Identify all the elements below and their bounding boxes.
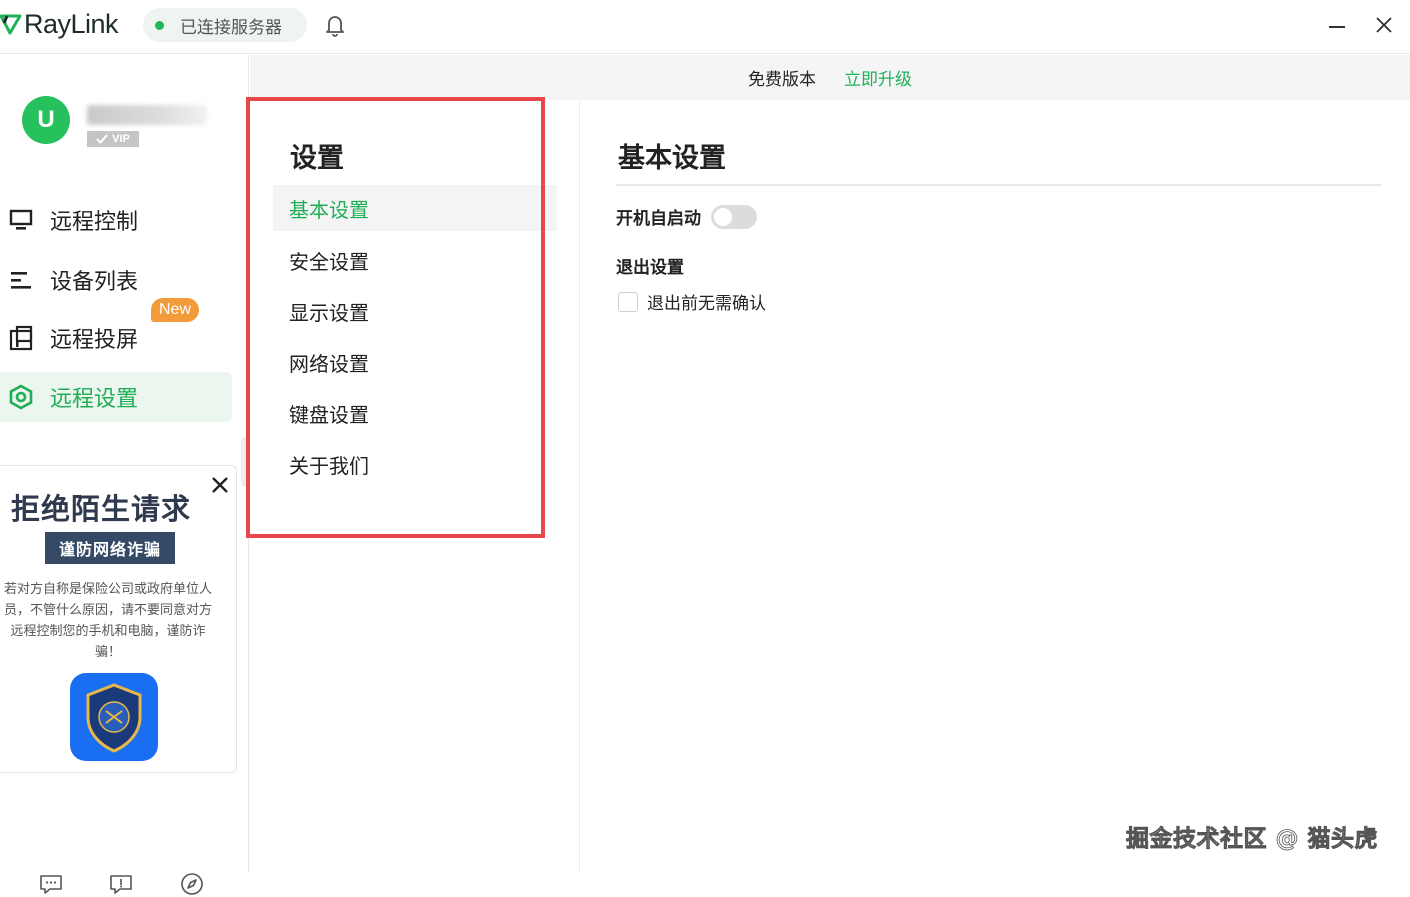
exit-confirm-label[interactable]: 退出前无需确认 [647, 289, 766, 314]
upgrade-bar: 免费版本 立即升级 [250, 55, 1410, 100]
vip-label: VIP [112, 133, 130, 145]
ad-title: 拒绝陌生请求 [11, 492, 192, 526]
feedback-icon[interactable] [108, 871, 134, 897]
close-icon [1376, 17, 1392, 33]
server-status-text: 已连接服务器 [180, 17, 282, 38]
autostart-label: 开机自启动 [616, 209, 701, 229]
nav-label: 远程控制 [50, 210, 139, 235]
upgrade-link[interactable]: 立即升级 [844, 65, 912, 90]
police-shield-icon [70, 673, 158, 761]
nav-label: 远程投屏 [50, 328, 139, 353]
nav-item-remote-settings[interactable]: 远程设置 [0, 372, 232, 422]
autostart-row: 开机自启动 [616, 204, 757, 229]
server-status-badge: 已连接服务器 [143, 8, 307, 42]
divider [616, 184, 1381, 186]
exit-confirm-row: 退出前无需确认 [618, 289, 766, 314]
username-blurred [87, 105, 207, 125]
ad-body: 若对方自称是保险公司或政府单位人员，不管什么原因，请不要同意对方远程控制您的手机… [3, 582, 212, 660]
watermark: 掘金技术社区 @ 猫头虎 [1126, 826, 1379, 853]
raylink-logo-icon [0, 14, 22, 35]
sidebar: U VIP 远程控制 设备列表 New 远程投屏 远程设置 拒绝陌生请求 谨防网… [0, 55, 249, 895]
nav-item-screen-cast[interactable]: 远程投屏 [0, 313, 232, 363]
panel-title: 基本设置 [618, 143, 726, 174]
nav-item-device-list[interactable]: 设备列表 [0, 255, 232, 305]
status-dot-icon [155, 20, 164, 30]
highlight-box [246, 97, 545, 538]
minimize-button[interactable] [1322, 10, 1352, 40]
anti-fraud-ad-card: 拒绝陌生请求 谨防网络诈骗 若对方自称是保险公司或政府单位人员，不管什么原因，请… [0, 465, 237, 773]
close-window-button[interactable] [1369, 10, 1399, 40]
vip-badge: VIP [87, 131, 139, 147]
bell-icon[interactable] [322, 12, 348, 38]
basic-settings-panel: 基本设置 开机自启动 退出设置 退出前无需确认 [581, 100, 1410, 873]
avatar[interactable]: U [22, 96, 70, 144]
nav-label: 设备列表 [50, 270, 139, 295]
nav-item-remote-control[interactable]: 远程控制 [0, 195, 232, 245]
compass-icon[interactable] [179, 871, 205, 897]
check-icon [96, 134, 108, 144]
exit-confirm-checkbox[interactable] [618, 291, 638, 312]
toggle-knob [714, 207, 732, 226]
monitor-icon [8, 207, 34, 233]
raylink-logo: RayLink [0, 6, 119, 42]
free-version-label: 免费版本 [748, 70, 816, 90]
ad-subtitle: 谨防网络诈骗 [45, 532, 175, 564]
close-icon[interactable] [209, 474, 231, 496]
autostart-toggle[interactable] [711, 204, 757, 229]
settings-hexagon-icon [8, 384, 34, 410]
title-bar: RayLink 已连接服务器 [0, 0, 1410, 54]
exit-settings-label: 退出设置 [616, 258, 684, 278]
chat-icon[interactable] [38, 871, 64, 897]
list-icon [8, 267, 34, 293]
screen-cast-icon [8, 325, 34, 351]
minimize-icon [1329, 25, 1345, 29]
nav-label: 远程设置 [50, 387, 139, 412]
app-name: RayLink [24, 8, 119, 39]
